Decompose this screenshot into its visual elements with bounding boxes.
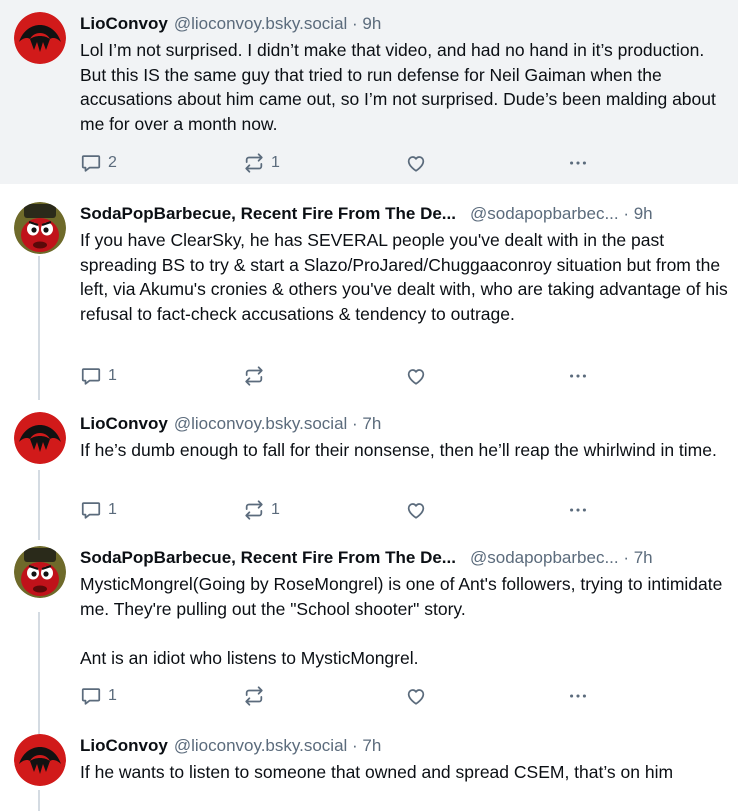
reply-icon: [80, 499, 102, 521]
post-header: SodaPopBarbecue, Recent Fire From The De…: [80, 547, 728, 569]
author-handle[interactable]: @lioconvoy.bsky.social: [174, 13, 347, 35]
reply-button[interactable]: 1: [80, 365, 117, 387]
more-options-button[interactable]: [567, 685, 589, 707]
reply-button[interactable]: 2: [80, 152, 117, 174]
avatar[interactable]: [14, 12, 66, 64]
post-header: LioConvoy @lioconvoy.bsky.social · 7h: [80, 413, 728, 435]
author-handle[interactable]: @sodapopbarbec...: [470, 203, 619, 225]
post-time[interactable]: · 7h: [347, 413, 381, 435]
more-icon: [567, 365, 589, 387]
author-name[interactable]: LioConvoy: [80, 413, 168, 435]
reply-button[interactable]: 1: [80, 499, 117, 521]
author-handle[interactable]: @sodapopbarbec...: [470, 547, 619, 569]
avatar[interactable]: [14, 546, 66, 598]
post-actions: 1 1: [80, 499, 600, 521]
author-name[interactable]: LioConvoy: [80, 735, 168, 757]
post-text: Lol I’m not surprised. I didn’t make tha…: [80, 40, 721, 134]
post-header: LioConvoy @lioconvoy.bsky.social · 7h: [80, 735, 728, 757]
post-time[interactable]: · 9h: [619, 203, 652, 225]
more-options-button[interactable]: [567, 365, 589, 387]
post[interactable]: LioConvoy @lioconvoy.bsky.social · 7h If…: [0, 724, 738, 811]
post-time[interactable]: · 7h: [619, 547, 652, 569]
reply-count: 1: [108, 687, 117, 704]
like-button[interactable]: [405, 499, 433, 521]
repost-icon: [243, 365, 265, 387]
thread: LioConvoy @lioconvoy.bsky.social · 9h Lo…: [0, 0, 738, 811]
post-time[interactable]: · 9h: [347, 13, 381, 35]
thundercats-logo-icon: [14, 412, 66, 464]
post-text: If he wants to listen to someone that ow…: [80, 762, 674, 782]
post-actions: 1: [80, 365, 600, 387]
author-name[interactable]: SodaPopBarbecue, Recent Fire From The De…: [80, 203, 456, 225]
post[interactable]: LioConvoy @lioconvoy.bsky.social · 7h If…: [0, 400, 738, 536]
heart-icon: [405, 685, 427, 707]
reply-count: 1: [108, 501, 117, 518]
heart-icon: [405, 365, 427, 387]
reply-count: 2: [108, 154, 117, 171]
heart-icon: [405, 499, 427, 521]
more-icon: [567, 499, 589, 521]
repost-icon: [243, 152, 265, 174]
repost-button[interactable]: 1: [243, 152, 280, 174]
author-handle[interactable]: @lioconvoy.bsky.social: [174, 735, 347, 757]
post[interactable]: SodaPopBarbecue, Recent Fire From The De…: [0, 536, 738, 724]
repost-button[interactable]: [243, 365, 271, 387]
reply-icon: [80, 152, 102, 174]
repost-icon: [243, 685, 265, 707]
repost-count: 1: [271, 501, 280, 518]
reply-button[interactable]: 1: [80, 685, 117, 707]
post[interactable]: SodaPopBarbecue, Recent Fire From The De…: [0, 184, 738, 400]
heart-icon: [405, 152, 427, 174]
repost-button[interactable]: [243, 685, 271, 707]
post-text: If you have ClearSky, he has SEVERAL peo…: [80, 230, 733, 324]
like-button[interactable]: [405, 365, 433, 387]
reply-icon: [80, 685, 102, 707]
more-options-button[interactable]: [567, 499, 589, 521]
thundercats-logo-icon: [14, 12, 66, 64]
avatar[interactable]: [14, 412, 66, 464]
post-text: If he’s dumb enough to fall for their no…: [80, 440, 717, 460]
post[interactable]: LioConvoy @lioconvoy.bsky.social · 9h Lo…: [0, 0, 738, 184]
repost-count: 1: [271, 154, 280, 171]
author-name[interactable]: LioConvoy: [80, 13, 168, 35]
post-actions: 2 1: [80, 152, 600, 174]
repost-button[interactable]: 1: [243, 499, 280, 521]
reply-count: 1: [108, 367, 117, 384]
author-name[interactable]: SodaPopBarbecue, Recent Fire From The De…: [80, 547, 456, 569]
post-header: SodaPopBarbecue, Recent Fire From The De…: [80, 203, 728, 225]
post-actions: 1: [80, 685, 600, 707]
author-handle[interactable]: @lioconvoy.bsky.social: [174, 413, 347, 435]
like-button[interactable]: [405, 685, 433, 707]
more-options-button[interactable]: [567, 152, 589, 174]
thundercats-logo-icon: [14, 734, 66, 786]
avatar[interactable]: [14, 734, 66, 786]
avatar[interactable]: [14, 202, 66, 254]
like-button[interactable]: [405, 152, 433, 174]
character-avatar-icon: [14, 202, 66, 254]
post-header: LioConvoy @lioconvoy.bsky.social · 9h: [80, 13, 728, 35]
post-text: MysticMongrel(Going by RoseMongrel) is o…: [80, 574, 723, 668]
reply-icon: [80, 365, 102, 387]
repost-icon: [243, 499, 265, 521]
more-icon: [567, 152, 589, 174]
character-avatar-icon: [14, 546, 66, 598]
post-time[interactable]: · 7h: [347, 735, 381, 757]
more-icon: [567, 685, 589, 707]
